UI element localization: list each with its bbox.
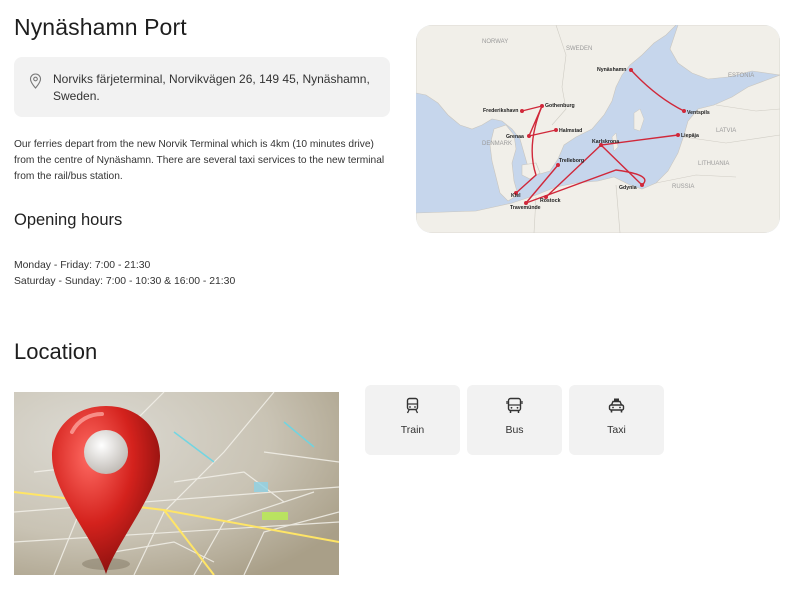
port-marker xyxy=(527,134,531,138)
location-pin-icon xyxy=(29,73,42,89)
map-country-label: LITHUANIA xyxy=(698,161,729,167)
route-map-graphic: NORWAY SWEDEN ESTONIA LATVIA DENMARK LIT… xyxy=(416,25,780,233)
address-box: Norviks färjeterminal, Norvikvägen 26, 1… xyxy=(14,57,390,117)
port-label: Karlskrona xyxy=(592,139,619,145)
transport-bus-button[interactable]: Bus xyxy=(467,385,562,455)
port-marker xyxy=(520,109,524,113)
port-marker xyxy=(682,109,686,113)
port-label: Liepāja xyxy=(681,133,699,139)
port-marker xyxy=(554,128,558,132)
port-label: Nynäshamn xyxy=(597,67,626,73)
port-label: Travemünde xyxy=(510,205,541,211)
map-country-label: ESTONIA xyxy=(728,73,754,79)
route-map: NORWAY SWEDEN ESTONIA LATVIA DENMARK LIT… xyxy=(416,25,780,233)
transport-taxi-button[interactable]: Taxi xyxy=(569,385,664,455)
port-marker xyxy=(629,68,633,72)
port-label: Grenaa xyxy=(506,134,524,140)
location-heading: Location xyxy=(14,339,98,364)
map-country-label: LATVIA xyxy=(716,128,736,134)
taxi-icon xyxy=(608,398,625,413)
port-marker xyxy=(540,104,544,108)
page-title: Nynäshamn Port xyxy=(14,14,187,40)
opening-hours: Monday - Friday: 7:00 - 21:30 Saturday -… xyxy=(14,258,235,290)
port-marker xyxy=(640,183,644,187)
port-label: Trelleborg xyxy=(559,158,584,164)
transport-label: Train xyxy=(400,424,425,436)
map-country-label: DENMARK xyxy=(482,141,512,147)
map-country-label: RUSSIA xyxy=(672,184,694,190)
port-label: Ventspils xyxy=(687,110,710,116)
map-pin-photo-graphic xyxy=(14,392,339,575)
bus-icon xyxy=(506,397,523,413)
hours-weekend: Saturday - Sunday: 7:00 - 10:30 & 16:00 … xyxy=(14,276,236,287)
port-label: Halmstad xyxy=(559,128,582,134)
map-country-label: SWEDEN xyxy=(566,46,592,52)
port-label: Kiel xyxy=(511,193,521,199)
transport-label: Bus xyxy=(505,424,524,436)
port-label: Gdynia xyxy=(619,185,637,191)
port-label: Gothenburg xyxy=(545,103,575,109)
hours-weekday: Monday - Friday: 7:00 - 21:30 xyxy=(14,260,151,271)
location-photo xyxy=(14,392,339,575)
port-marker xyxy=(676,133,680,137)
train-icon xyxy=(406,397,419,414)
address-text: Norviks färjeterminal, Norvikvägen 26, 1… xyxy=(53,72,370,103)
opening-hours-heading: Opening hours xyxy=(14,211,123,229)
intro-paragraph: Our ferries depart from the new Norvik T… xyxy=(14,139,385,182)
map-country-label: NORWAY xyxy=(482,39,508,45)
port-label: Rostock xyxy=(540,198,561,204)
transport-label: Taxi xyxy=(607,424,626,436)
port-label: Frederikshavn xyxy=(483,108,518,114)
transport-train-button[interactable]: Train xyxy=(365,385,460,455)
